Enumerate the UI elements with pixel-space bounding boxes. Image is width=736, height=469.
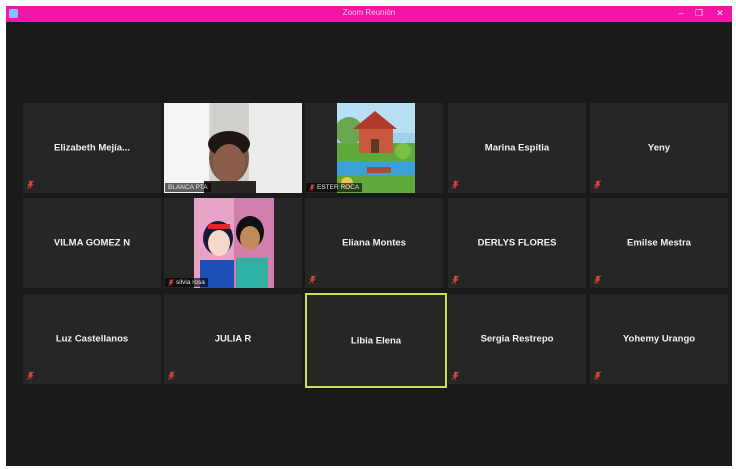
mic-muted-icon <box>27 180 34 189</box>
mic-muted-icon <box>452 180 459 189</box>
mic-muted-icon <box>27 371 34 380</box>
participant-name: Yeny <box>647 142 671 154</box>
participant-tile-julia[interactable]: JULIA R <box>164 294 302 384</box>
mic-muted-icon <box>594 371 601 380</box>
participant-name: DERLYS FLORES <box>477 237 557 249</box>
video-name-label: BLANCA PTA <box>165 183 211 192</box>
participant-name: BLANCA PTA <box>168 184 208 191</box>
princess-illustration-image <box>194 198 274 288</box>
participant-name: silvia rosa <box>176 279 205 286</box>
minimize-button[interactable]: – <box>672 6 690 22</box>
participant-tile-libia-active-speaker[interactable]: Libia Elena <box>305 293 447 388</box>
participant-name: Libia Elena <box>350 335 402 346</box>
participant-tile-derlys[interactable]: DERLYS FLORES <box>448 198 586 288</box>
title-bar: Zoom Reunión – ❐ ✕ <box>6 6 732 22</box>
participant-tile-eliana[interactable]: Eliana Montes <box>305 198 443 288</box>
mic-muted-icon <box>594 180 601 189</box>
participant-name: ESTER ROCA <box>317 184 360 191</box>
window-title: Zoom Reunión <box>342 8 396 17</box>
video-name-label: silvia rosa <box>165 278 208 287</box>
close-button[interactable]: ✕ <box>710 6 730 22</box>
zoom-window: Zoom Reunión – ❐ ✕ Elizabeth Mejía... BL… <box>6 6 732 466</box>
participant-name: JULIA R <box>214 333 252 345</box>
participant-tile-sergia[interactable]: Sergia Restrepo <box>448 294 586 384</box>
participant-name: Emilse Mestra <box>627 237 691 249</box>
participant-name: Eliana Montes <box>342 237 406 249</box>
mic-muted-icon <box>309 184 315 191</box>
participant-name: Elizabeth Mejía... <box>53 142 131 154</box>
mic-muted-icon <box>168 279 174 286</box>
participant-tile-yeny[interactable]: Yeny <box>590 103 728 193</box>
participant-tile-elizabeth[interactable]: Elizabeth Mejía... <box>23 103 161 193</box>
participant-tile-silvia[interactable]: silvia rosa <box>164 198 302 288</box>
participant-name: VILMA GOMEZ N <box>53 237 131 249</box>
participant-name: Marina Espitia <box>484 142 550 154</box>
participant-name: Sergia Restrepo <box>480 333 554 345</box>
mic-muted-icon <box>168 371 175 380</box>
webcam-video <box>164 103 302 193</box>
participant-tile-blanca[interactable]: BLANCA PTA <box>164 103 302 193</box>
participant-tile-yohemy[interactable]: Yohemy Urango <box>590 294 728 384</box>
participant-tile-emilse[interactable]: Emilse Mestra <box>590 198 728 288</box>
participant-tile-marina[interactable]: Marina Espitia <box>448 103 586 193</box>
mic-muted-icon <box>452 275 459 284</box>
mic-muted-icon <box>594 275 601 284</box>
participant-tile-luz[interactable]: Luz Castellanos <box>23 294 161 384</box>
mic-muted-icon <box>452 371 459 380</box>
house-illustration-image <box>337 103 415 193</box>
mic-muted-icon <box>309 275 316 284</box>
participant-tile-vilma[interactable]: VILMA GOMEZ N <box>23 198 161 288</box>
participant-name: Luz Castellanos <box>55 333 129 345</box>
maximize-button[interactable]: ❐ <box>690 6 708 22</box>
video-name-label: ESTER ROCA <box>306 183 363 192</box>
participant-name: Yohemy Urango <box>622 333 696 345</box>
participant-tile-ester[interactable]: ESTER ROCA <box>305 103 443 193</box>
